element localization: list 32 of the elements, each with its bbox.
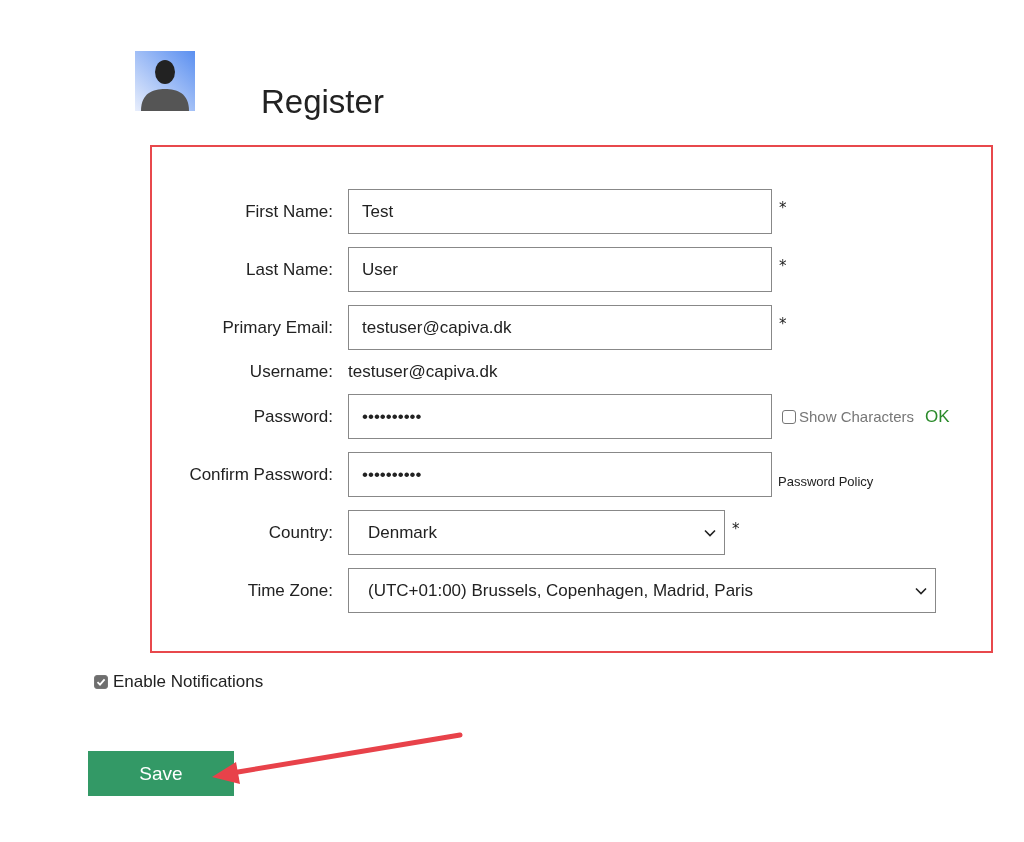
checkbox[interactable] [94,675,108,689]
password-policy-link[interactable]: Password Policy [778,474,874,489]
chevron-down-icon [704,528,716,537]
required-marker: * [732,520,740,538]
field-label: Confirm Password: [188,464,333,485]
text-field[interactable]: Test [348,189,772,234]
check-icon [96,677,106,687]
required-marker: * [779,315,787,333]
text-field[interactable]: •••••••••• [348,394,772,439]
field-label: Country: [267,522,333,543]
avatar-silhouette [135,51,195,111]
checkbox-label: Enable Notifications [113,672,264,692]
field-value: testuser@capiva.dk [348,362,498,382]
field-label: Password: [252,406,333,427]
required-marker: * [779,257,787,275]
status-text: OK [925,406,950,427]
checkbox[interactable] [782,409,796,424]
required-marker: * [779,199,787,217]
field-label: Primary Email: [221,317,333,338]
save-button[interactable]: Save [88,751,234,796]
field-label: Last Name: [245,259,333,280]
text-field[interactable]: •••••••••• [348,452,772,497]
field-label: Time Zone: [246,580,333,601]
text-field[interactable]: User [348,247,772,292]
chevron-down-icon [915,586,927,595]
page-title: Register [261,83,384,121]
dropdown[interactable]: Denmark [348,510,725,555]
dropdown[interactable]: (UTC+01:00) Brussels, Copenhagen, Madrid, Paris [348,568,936,613]
field-label: Username: [248,362,333,382]
text-field[interactable]: testuser@capiva.dk [348,305,772,350]
checkbox-label: Show Characters [799,408,915,425]
field-label: First Name: [244,201,333,222]
